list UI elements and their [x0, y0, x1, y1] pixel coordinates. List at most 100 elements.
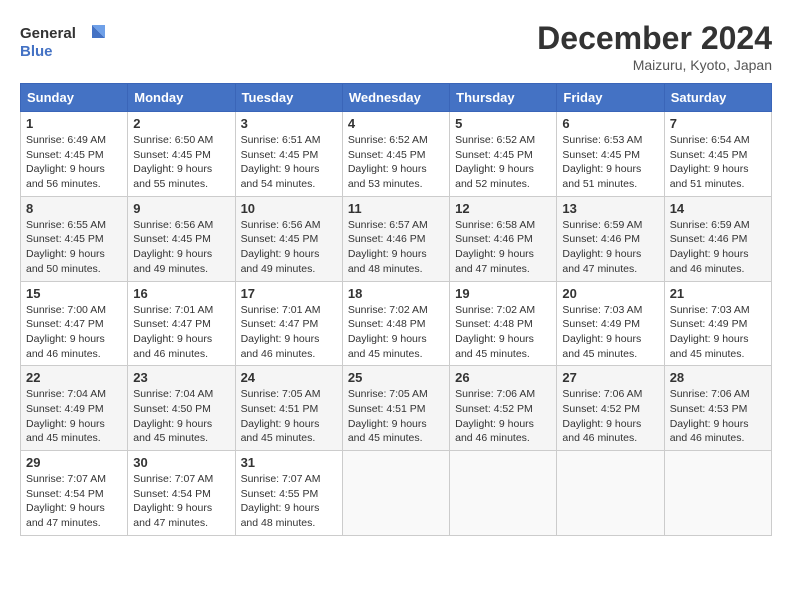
day-number: 31: [241, 455, 337, 470]
day-info: Sunrise: 7:01 AMSunset: 4:47 PMDaylight:…: [133, 303, 229, 362]
day-number: 22: [26, 370, 122, 385]
svg-text:General: General: [20, 25, 76, 42]
day-number: 3: [241, 116, 337, 131]
weekday-header-monday: Monday: [128, 84, 235, 112]
calendar-table: SundayMondayTuesdayWednesdayThursdayFrid…: [20, 83, 772, 536]
day-number: 16: [133, 286, 229, 301]
calendar-week-3: 15Sunrise: 7:00 AMSunset: 4:47 PMDayligh…: [21, 281, 772, 366]
calendar-cell: 28 Sunrise: 7:06 AMSunset: 4:53 PMDayligh…: [664, 366, 771, 451]
location: Maizuru, Kyoto, Japan: [537, 57, 772, 73]
calendar-cell: 30 Sunrise: 7:07 AMSunset: 4:54 PMDayligh…: [128, 451, 235, 536]
weekday-header-saturday: Saturday: [664, 84, 771, 112]
day-info: Sunrise: 7:05 AMSunset: 4:51 PMDaylight:…: [241, 387, 337, 446]
day-number: 8: [26, 201, 122, 216]
day-number: 7: [670, 116, 766, 131]
day-info: Sunrise: 7:07 AMSunset: 4:54 PMDaylight:…: [26, 472, 122, 531]
day-info: Sunrise: 6:57 AMSunset: 4:46 PMDaylight:…: [348, 218, 444, 277]
svg-text:Blue: Blue: [20, 43, 53, 60]
calendar-cell: 8 Sunrise: 6:55 AMSunset: 4:45 PMDaylight…: [21, 196, 128, 281]
day-info: Sunrise: 6:52 AMSunset: 4:45 PMDaylight:…: [455, 133, 551, 192]
day-number: 19: [455, 286, 551, 301]
calendar-cell: 16 Sunrise: 7:01 AMSunset: 4:47 PMDayligh…: [128, 281, 235, 366]
calendar-cell: 21Sunrise: 7:03 AMSunset: 4:49 PMDayligh…: [664, 281, 771, 366]
day-info: Sunrise: 6:56 AMSunset: 4:45 PMDaylight:…: [133, 218, 229, 277]
day-info: Sunrise: 6:52 AMSunset: 4:45 PMDaylight:…: [348, 133, 444, 192]
day-info: Sunrise: 6:51 AMSunset: 4:45 PMDaylight:…: [241, 133, 337, 192]
day-number: 28: [670, 370, 766, 385]
logo: General Blue: [20, 20, 110, 65]
calendar-cell: 25 Sunrise: 7:05 AMSunset: 4:51 PMDayligh…: [342, 366, 449, 451]
calendar-cell: 15Sunrise: 7:00 AMSunset: 4:47 PMDayligh…: [21, 281, 128, 366]
day-number: 17: [241, 286, 337, 301]
calendar-cell: 9 Sunrise: 6:56 AMSunset: 4:45 PMDaylight…: [128, 196, 235, 281]
day-number: 4: [348, 116, 444, 131]
calendar-cell: [450, 451, 557, 536]
calendar-cell: 14 Sunrise: 6:59 AMSunset: 4:46 PMDayligh…: [664, 196, 771, 281]
calendar-cell: 2 Sunrise: 6:50 AMSunset: 4:45 PMDaylight…: [128, 112, 235, 197]
calendar-cell: 20 Sunrise: 7:03 AMSunset: 4:49 PMDayligh…: [557, 281, 664, 366]
day-info: Sunrise: 7:05 AMSunset: 4:51 PMDaylight:…: [348, 387, 444, 446]
day-info: Sunrise: 6:49 AMSunset: 4:45 PMDaylight:…: [26, 133, 122, 192]
calendar-cell: 6 Sunrise: 6:53 AMSunset: 4:45 PMDaylight…: [557, 112, 664, 197]
day-info: Sunrise: 6:55 AMSunset: 4:45 PMDaylight:…: [26, 218, 122, 277]
day-number: 9: [133, 201, 229, 216]
weekday-header-thursday: Thursday: [450, 84, 557, 112]
calendar-cell: 31 Sunrise: 7:07 AMSunset: 4:55 PMDayligh…: [235, 451, 342, 536]
day-info: Sunrise: 7:02 AMSunset: 4:48 PMDaylight:…: [455, 303, 551, 362]
title-block: December 2024 Maizuru, Kyoto, Japan: [537, 20, 772, 73]
day-number: 5: [455, 116, 551, 131]
calendar-cell: 27Sunrise: 7:06 AMSunset: 4:52 PMDayligh…: [557, 366, 664, 451]
day-number: 14: [670, 201, 766, 216]
day-info: Sunrise: 6:54 AMSunset: 4:45 PMDaylight:…: [670, 133, 766, 192]
day-info: Sunrise: 6:59 AMSunset: 4:46 PMDaylight:…: [670, 218, 766, 277]
day-info: Sunrise: 7:07 AMSunset: 4:54 PMDaylight:…: [133, 472, 229, 531]
calendar-cell: 4 Sunrise: 6:52 AMSunset: 4:45 PMDaylight…: [342, 112, 449, 197]
day-info: Sunrise: 7:06 AMSunset: 4:53 PMDaylight:…: [670, 387, 766, 446]
day-info: Sunrise: 7:00 AMSunset: 4:47 PMDaylight:…: [26, 303, 122, 362]
day-info: Sunrise: 7:03 AMSunset: 4:49 PMDaylight:…: [670, 303, 766, 362]
calendar-cell: 3 Sunrise: 6:51 AMSunset: 4:45 PMDaylight…: [235, 112, 342, 197]
calendar-cell: [342, 451, 449, 536]
day-number: 29: [26, 455, 122, 470]
calendar-cell: 10Sunrise: 6:56 AMSunset: 4:45 PMDayligh…: [235, 196, 342, 281]
calendar-cell: 1Sunrise: 6:49 AMSunset: 4:45 PMDaylight…: [21, 112, 128, 197]
calendar-cell: 26 Sunrise: 7:06 AMSunset: 4:52 PMDayligh…: [450, 366, 557, 451]
calendar-week-2: 8 Sunrise: 6:55 AMSunset: 4:45 PMDaylight…: [21, 196, 772, 281]
day-number: 12: [455, 201, 551, 216]
calendar-week-5: 29 Sunrise: 7:07 AMSunset: 4:54 PMDayligh…: [21, 451, 772, 536]
day-number: 30: [133, 455, 229, 470]
day-info: Sunrise: 6:56 AMSunset: 4:45 PMDaylight:…: [241, 218, 337, 277]
day-number: 2: [133, 116, 229, 131]
day-info: Sunrise: 6:50 AMSunset: 4:45 PMDaylight:…: [133, 133, 229, 192]
day-info: Sunrise: 6:58 AMSunset: 4:46 PMDaylight:…: [455, 218, 551, 277]
day-info: Sunrise: 7:01 AMSunset: 4:47 PMDaylight:…: [241, 303, 337, 362]
day-number: 26: [455, 370, 551, 385]
page-header: General Blue December 2024 Maizuru, Kyot…: [20, 20, 772, 73]
calendar-cell: 19 Sunrise: 7:02 AMSunset: 4:48 PMDayligh…: [450, 281, 557, 366]
calendar-cell: 11 Sunrise: 6:57 AMSunset: 4:46 PMDayligh…: [342, 196, 449, 281]
calendar-header-row: SundayMondayTuesdayWednesdayThursdayFrid…: [21, 84, 772, 112]
weekday-header-wednesday: Wednesday: [342, 84, 449, 112]
calendar-cell: [557, 451, 664, 536]
day-number: 27: [562, 370, 658, 385]
day-info: Sunrise: 7:07 AMSunset: 4:55 PMDaylight:…: [241, 472, 337, 531]
day-info: Sunrise: 7:06 AMSunset: 4:52 PMDaylight:…: [455, 387, 551, 446]
calendar-week-4: 22Sunrise: 7:04 AMSunset: 4:49 PMDayligh…: [21, 366, 772, 451]
day-info: Sunrise: 6:59 AMSunset: 4:46 PMDaylight:…: [562, 218, 658, 277]
day-number: 18: [348, 286, 444, 301]
day-number: 6: [562, 116, 658, 131]
calendar-week-1: 1Sunrise: 6:49 AMSunset: 4:45 PMDaylight…: [21, 112, 772, 197]
day-info: Sunrise: 7:04 AMSunset: 4:50 PMDaylight:…: [133, 387, 229, 446]
day-number: 25: [348, 370, 444, 385]
weekday-header-friday: Friday: [557, 84, 664, 112]
day-number: 23: [133, 370, 229, 385]
day-number: 20: [562, 286, 658, 301]
calendar-cell: 7 Sunrise: 6:54 AMSunset: 4:45 PMDaylight…: [664, 112, 771, 197]
day-number: 24: [241, 370, 337, 385]
day-info: Sunrise: 6:53 AMSunset: 4:45 PMDaylight:…: [562, 133, 658, 192]
calendar-cell: 18Sunrise: 7:02 AMSunset: 4:48 PMDayligh…: [342, 281, 449, 366]
day-number: 11: [348, 201, 444, 216]
day-info: Sunrise: 7:03 AMSunset: 4:49 PMDaylight:…: [562, 303, 658, 362]
calendar-cell: 24 Sunrise: 7:05 AMSunset: 4:51 PMDayligh…: [235, 366, 342, 451]
calendar-cell: 17 Sunrise: 7:01 AMSunset: 4:47 PMDayligh…: [235, 281, 342, 366]
